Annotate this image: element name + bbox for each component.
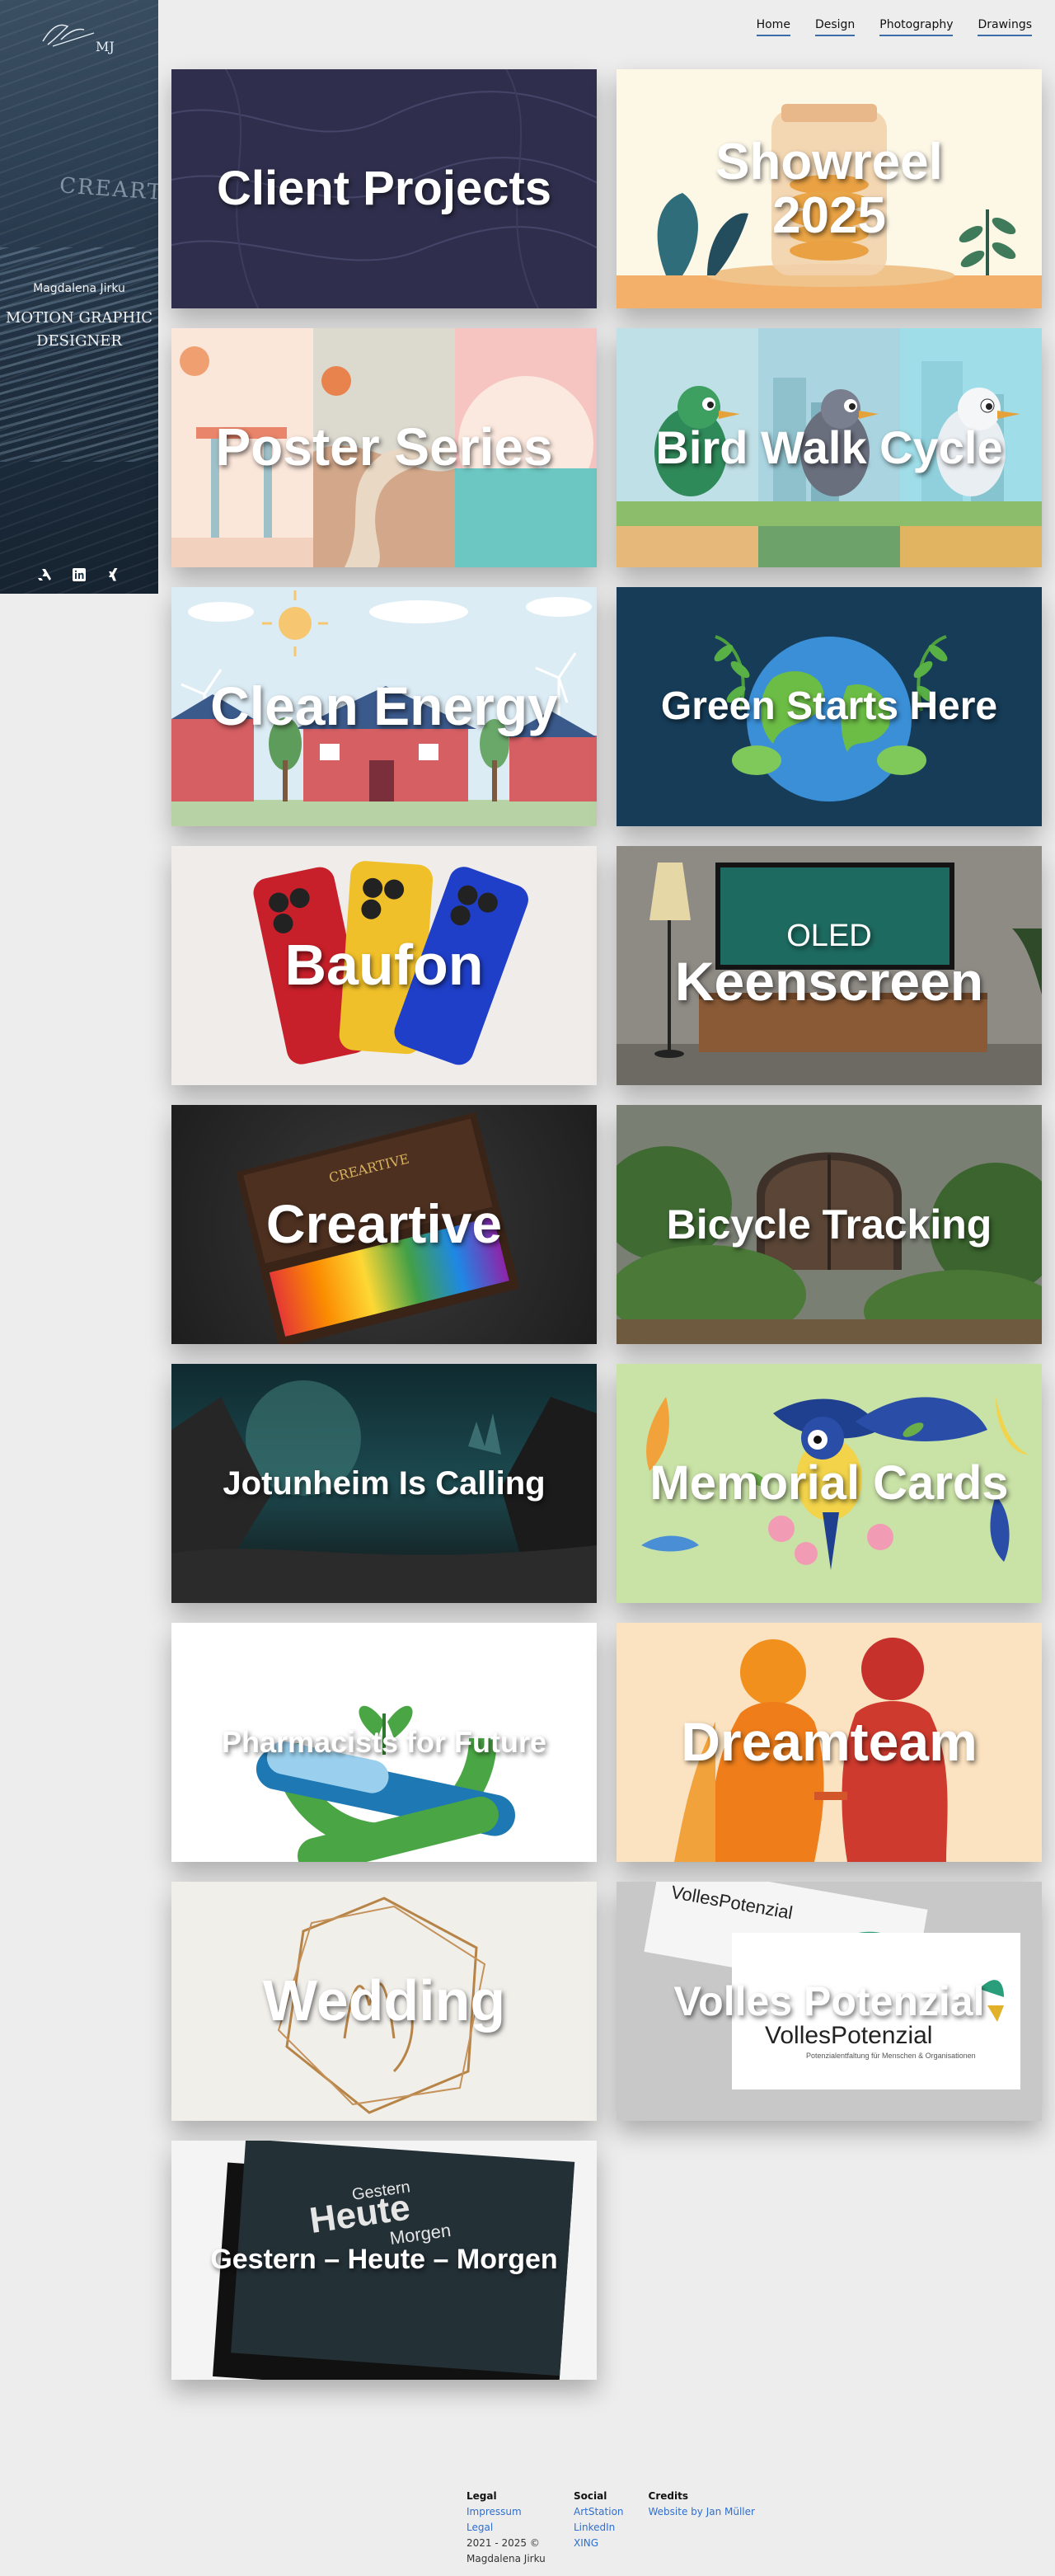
footer-legal: Legal Impressum Legal 2021 - 2025 © Magd…: [467, 2489, 549, 2567]
footer-link-credits[interactable]: Website by Jan Müller: [649, 2504, 755, 2520]
project-tile-baufon[interactable]: Baufon: [171, 846, 597, 1085]
footer-heading-credits: Credits: [648, 2490, 688, 2502]
tile-title: Showreel 2025: [715, 133, 943, 244]
tile-title: Memorial Cards: [649, 1455, 1009, 1510]
xing-icon[interactable]: [105, 566, 123, 584]
tile-subtitle: OLED: [786, 919, 872, 954]
footer-credits: Credits Website by Jan Müller: [649, 2489, 755, 2567]
artstation-icon[interactable]: [35, 566, 54, 584]
sidebar-background-texture: [0, 247, 158, 462]
tile-title: Keenscreen: [674, 951, 984, 1013]
footer-link-xing[interactable]: XING: [574, 2536, 624, 2551]
tile-title: Pharmacists for Future: [221, 1725, 547, 1760]
tile-title: Client Projects: [216, 161, 552, 215]
tile-title: Poster Series: [215, 417, 553, 477]
project-tile-client-projects[interactable]: Client Projects: [171, 69, 597, 308]
footer-link-artstation[interactable]: ArtStation: [574, 2504, 624, 2520]
footer-copyright: 2021 - 2025 © Magdalena Jirku: [467, 2537, 546, 2564]
logo[interactable]: MJ: [36, 16, 119, 58]
linkedin-icon[interactable]: [70, 566, 88, 584]
footer-link-linkedin[interactable]: LinkedIn: [574, 2520, 624, 2536]
project-tile-pharmacists-for-future[interactable]: Pharmacists for Future: [171, 1623, 597, 1862]
tile-title: Clean Energy: [210, 675, 558, 737]
project-tile-creartive[interactable]: CREARTIVE Creartive: [171, 1105, 597, 1344]
tile-title: Jotunheim Is Calling: [223, 1465, 546, 1502]
sidebar-background-word: CREARTI: [59, 173, 158, 206]
project-tile-showreel-2025[interactable]: Showreel 2025: [617, 69, 1042, 308]
logo-text: MJ: [96, 39, 115, 54]
tile-title: Wedding: [262, 1968, 506, 2033]
top-navigation: Home Design Photography Drawings: [756, 18, 1032, 36]
project-tile-keenscreen[interactable]: OLED Keenscreen: [617, 846, 1042, 1085]
designer-name: Magdalena Jirku: [33, 282, 125, 295]
project-tile-gestern-heute-morgen[interactable]: Gestern Heute Morgen Gestern – Heute – M…: [171, 2141, 597, 2380]
project-tile-clean-energy[interactable]: Clean Energy: [171, 587, 597, 826]
project-tile-green-starts-here[interactable]: Green Starts Here: [617, 587, 1042, 826]
footer-link-impressum[interactable]: Impressum: [467, 2504, 549, 2520]
tile-title: Gestern – Heute – Morgen: [210, 2244, 558, 2276]
project-tile-bicycle-tracking[interactable]: Bicycle Tracking: [617, 1105, 1042, 1344]
designer-role: MOTION GRAPHIC DESIGNER: [5, 309, 153, 350]
project-tile-dreamteam[interactable]: Dreamteam: [617, 1623, 1042, 1862]
nav-drawings[interactable]: Drawings: [978, 18, 1032, 36]
project-tile-memorial-cards[interactable]: Memorial Cards: [617, 1364, 1042, 1603]
nav-photography[interactable]: Photography: [879, 18, 954, 36]
tile-title: Bicycle Tracking: [666, 1201, 992, 1248]
footer: Legal Impressum Legal 2021 - 2025 © Magd…: [467, 2489, 755, 2567]
footer-link-legal[interactable]: Legal: [467, 2520, 549, 2536]
tile-title: Bird Walk Cycle: [655, 421, 1003, 473]
sidebar-social-links: [0, 566, 158, 584]
tile-title: Baufon: [284, 933, 484, 998]
tile-title: Dreamteam: [681, 1711, 978, 1773]
project-tile-poster-series[interactable]: Poster Series: [171, 328, 597, 567]
project-tile-volles-potenzial[interactable]: VollesPotenzial VollesPotenzial Potenzia…: [617, 1882, 1042, 2121]
tile-title-group: OLED Keenscreen: [667, 919, 992, 1013]
sidebar: CREARTI MJ Magdalena Jirku MOTION GRAPHI…: [0, 0, 158, 594]
card-brand: VollesPotenzial: [765, 2022, 932, 2049]
project-tile-jotunheim[interactable]: Jotunheim Is Calling: [171, 1364, 597, 1603]
footer-heading-legal: Legal: [467, 2490, 497, 2502]
tile-title: Creartive: [265, 1193, 503, 1255]
footer-social: Social ArtStation LinkedIn XING: [574, 2489, 624, 2567]
nav-home[interactable]: Home: [756, 18, 790, 36]
nav-design[interactable]: Design: [814, 18, 856, 36]
project-tile-wedding[interactable]: Wedding: [171, 1882, 597, 2121]
project-tile-bird-walk-cycle[interactable]: Bird Walk Cycle: [617, 328, 1042, 567]
card-tagline: Potenzialentfaltung für Menschen & Organ…: [806, 2052, 976, 2060]
tile-title: Volles Potenzial: [673, 1977, 985, 2024]
tile-title: Green Starts Here: [660, 684, 998, 728]
footer-heading-social: Social: [574, 2490, 607, 2502]
project-grid: Client Projects Showreel 2025 Poster Ser…: [171, 69, 1042, 2380]
